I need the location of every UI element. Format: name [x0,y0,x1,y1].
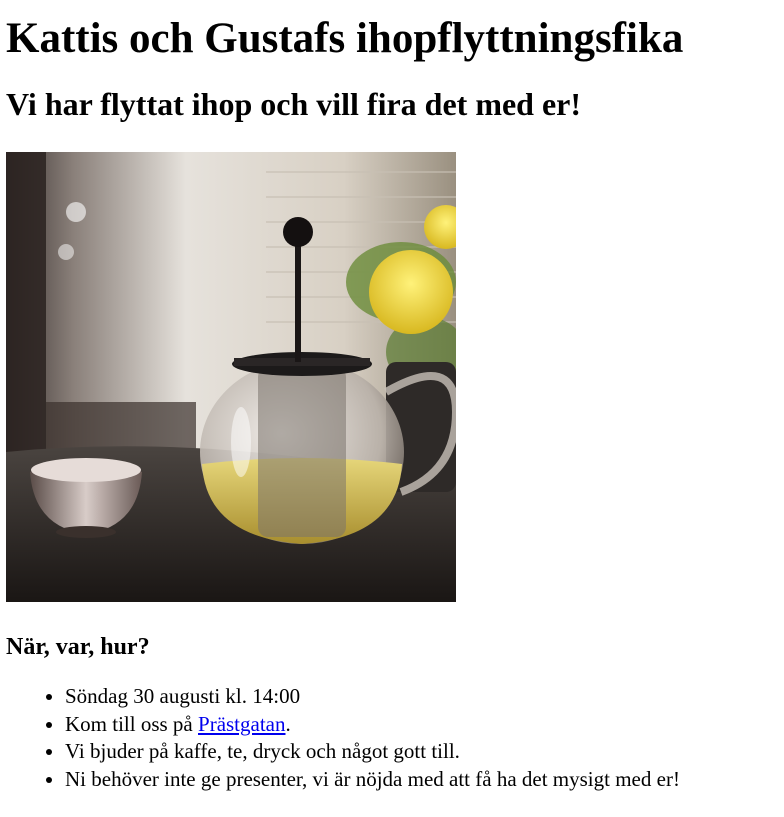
location-link[interactable]: Prästgatan [198,712,285,736]
list-item: Vi bjuder på kaffe, te, dryck och något … [65,738,778,766]
location-suffix: . [285,711,291,736]
list-item: Kom till oss på Prästgatan. [65,711,778,739]
list-item: Ni behöver inte ge presenter, vi är nöjd… [65,766,778,794]
teapot-photo-image [6,152,456,602]
location-prefix: Kom till oss på [65,711,199,736]
refreshments-text: Vi bjuder på kaffe, te, dryck och något … [65,739,460,763]
date-text: Söndag 30 augusti kl. 14:00 [65,684,301,708]
gifts-text: Ni behöver inte ge presenter, vi är nöjd… [65,766,680,791]
teapot-photo [6,152,456,602]
page-title: Kattis och Gustafs ihopflyttningsfika [6,15,684,62]
list-item: Söndag 30 augusti kl. 14:00 [65,683,778,711]
page-subtitle: Vi har flyttat ihop och vill fira det me… [6,86,582,122]
details-list: Söndag 30 augusti kl. 14:00 Kom till oss… [6,683,778,793]
page: Kattis och Gustafs ihopflyttningsfika Vi… [0,0,784,793]
section-title: När, var, hur? [6,634,150,660]
